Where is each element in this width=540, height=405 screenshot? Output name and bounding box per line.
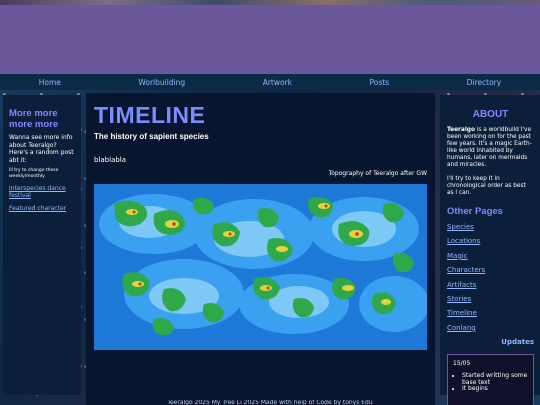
main-content: TIMELINE The history of sapient species … bbox=[86, 93, 435, 405]
page-link-stories[interactable]: Stories bbox=[447, 295, 471, 303]
nav-home[interactable]: Home bbox=[39, 78, 61, 87]
body-text: blablabla bbox=[94, 156, 127, 164]
page-link-artifacts[interactable]: Artifacts bbox=[447, 281, 476, 289]
updates-box: 15/05 Started writting some base text It… bbox=[447, 354, 534, 405]
about-text: Teeralgo is a worldbuild I've been worki… bbox=[447, 127, 534, 169]
left-sidebar: More more more more Wanna see more info … bbox=[3, 95, 81, 395]
nav-artwork[interactable]: Artwork bbox=[263, 78, 292, 87]
about-description: is a worldbuild I've been working on for… bbox=[447, 127, 532, 168]
left-sidebar-title: More more more more bbox=[9, 108, 59, 130]
other-pages-list: Species Locations Magic Characters Artif… bbox=[447, 220, 534, 332]
nav-worldbuilding[interactable]: Worlbuilding bbox=[138, 78, 185, 87]
page-link-timeline[interactable]: Timeline bbox=[447, 309, 477, 317]
page-link-characters[interactable]: Characters bbox=[447, 266, 485, 274]
page-link-conlang[interactable]: Conlang bbox=[447, 324, 476, 332]
page-title: TIMELINE bbox=[94, 102, 206, 128]
link-featured-character[interactable]: Featured character bbox=[9, 205, 76, 212]
update-list: Started writting some base text It begin… bbox=[453, 373, 528, 393]
about-note: I'll try to keep it in chronological ord… bbox=[447, 176, 526, 196]
left-sidebar-text: Wanna see more info about Teeralgo? Here… bbox=[9, 134, 74, 164]
page-link-locations[interactable]: Locations bbox=[447, 237, 480, 245]
update-item: It begins bbox=[462, 386, 528, 393]
nav-directory[interactable]: Directory bbox=[467, 78, 502, 87]
update-date: 15/05 bbox=[453, 360, 471, 368]
top-navigation: Home Worlbuilding Artwork Posts Director… bbox=[0, 74, 540, 90]
page-link-magic[interactable]: Magic bbox=[447, 252, 468, 260]
world-map-image bbox=[94, 184, 427, 350]
right-sidebar: ABOUT Teeralgo is a worldbuild I've been… bbox=[440, 95, 540, 405]
updates-title: Updates bbox=[501, 338, 534, 347]
page-subtitle: The history of sapient species bbox=[94, 132, 209, 141]
page-link-species[interactable]: Species bbox=[447, 223, 474, 231]
header-banner bbox=[0, 5, 540, 74]
about-world-name: Teeralgo bbox=[447, 127, 475, 133]
footer: Teeralgo 2025 My Tree Li 2025 Made with … bbox=[167, 400, 373, 405]
link-dance-festival[interactable]: Interspecies dance festival bbox=[9, 185, 76, 199]
about-title: ABOUT bbox=[472, 109, 509, 120]
nav-posts[interactable]: Posts bbox=[370, 78, 390, 87]
left-sidebar-note: Ill try to change these weekly/monthly bbox=[9, 168, 59, 179]
map-caption: Topography of Teeralgo after GW bbox=[328, 170, 427, 177]
other-pages-title: Other Pages bbox=[447, 206, 503, 217]
